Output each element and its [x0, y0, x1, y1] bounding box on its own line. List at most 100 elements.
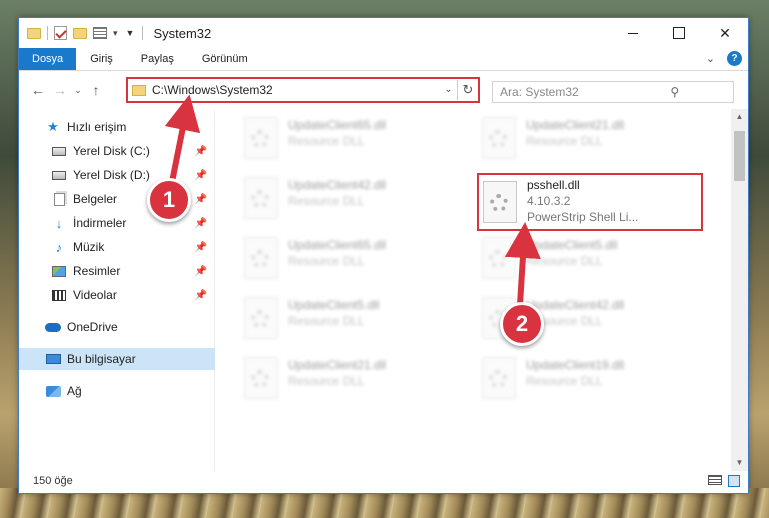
ribbon-tabs: Dosya Giriş Paylaş Görünüm ⌄ ?: [19, 48, 748, 71]
address-bar[interactable]: C:\Windows\System32 ⌄ ↻: [126, 77, 480, 103]
gear-icon: [489, 370, 507, 388]
file-description: PowerStrip Shell Li...: [527, 210, 639, 224]
sidebar-item-this-pc[interactable]: Bu bilgisayar: [19, 348, 215, 370]
file-explorer-window: ▾ ▼ System32 ✕ Dosya Giriş Paylaş Görünü…: [18, 17, 749, 494]
file-description: Resource DLL: [288, 374, 365, 388]
dll-file-icon: [244, 297, 278, 339]
sidebar-item-pictures[interactable]: Resimler 📌: [19, 260, 215, 282]
properties-icon[interactable]: [93, 27, 107, 39]
download-icon: ↓: [55, 215, 63, 231]
file-item[interactable]: UpdateClient65.dll Resource DLL: [216, 231, 446, 285]
up-arrow-icon[interactable]: ↑: [85, 82, 107, 98]
tab-gorunum[interactable]: Görünüm: [188, 48, 262, 70]
properties-check-icon[interactable]: [54, 26, 67, 40]
file-item[interactable]: UpdateClient42.dll Resource DLL: [454, 291, 684, 345]
pin-icon[interactable]: 📌: [195, 194, 207, 205]
file-description: Resource DLL: [288, 134, 365, 148]
pin-icon[interactable]: 📌: [195, 290, 207, 301]
view-switcher: [708, 475, 740, 487]
gear-icon: [251, 370, 269, 388]
file-item[interactable]: UpdateClient65.dll Resource DLL: [216, 111, 446, 165]
gear-icon: [490, 194, 508, 212]
window-controls: ✕: [610, 18, 748, 48]
vertical-scrollbar[interactable]: ▲ ▼: [731, 109, 748, 471]
close-button[interactable]: ✕: [702, 18, 748, 48]
sidebar-item-local-disk-d[interactable]: Yerel Disk (D:) 📌: [19, 164, 215, 186]
details-view-icon[interactable]: [708, 475, 722, 485]
file-item-psshell[interactable]: psshell.dll 4.10.3.2 PowerStrip Shell Li…: [477, 173, 703, 231]
minimize-button[interactable]: [610, 18, 656, 48]
file-item[interactable]: UpdateClient21.dll Resource DLL: [216, 351, 446, 405]
pin-icon[interactable]: 📌: [195, 266, 207, 277]
gear-icon: [489, 130, 507, 148]
title-bar[interactable]: ▾ ▼ System32 ✕: [19, 18, 748, 48]
customize-toolbar-icon[interactable]: ▼: [126, 28, 135, 38]
back-arrow-icon[interactable]: ←: [27, 82, 49, 98]
sidebar-item-videos[interactable]: Videolar 📌: [19, 284, 215, 306]
address-path[interactable]: C:\Windows\System32: [152, 83, 440, 97]
file-description: Resource DLL: [526, 374, 603, 388]
quick-access-toolbar: ▾ ▼: [19, 26, 134, 40]
content-area: ★ Hızlı erişim Yerel Disk (C:) 📌 Yerel D…: [19, 109, 748, 471]
search-input[interactable]: Ara: System32 ⚲: [492, 81, 734, 103]
tiles-view-icon[interactable]: [728, 475, 740, 487]
sidebar-item-local-disk-c[interactable]: Yerel Disk (C:) 📌: [19, 140, 215, 162]
callout-badge-1: 1: [147, 178, 191, 222]
file-item[interactable]: UpdateClient19.dll Resource DLL: [454, 351, 684, 405]
file-item[interactable]: UpdateClient5.dll Resource DLL: [454, 231, 684, 285]
navigation-bar: ← → ⌄ ↑ C:\Windows\System32 ⌄ ↻ Ara: Sys…: [19, 71, 748, 109]
file-list: UpdateClient65.dll Resource DLL UpdateCli…: [216, 109, 730, 471]
address-dropdown-icon[interactable]: ⌄: [440, 80, 458, 100]
status-bar: 150 öğe: [19, 469, 748, 493]
sidebar-item-network[interactable]: Ağ: [19, 380, 215, 402]
file-name: UpdateClient42.dll: [526, 298, 625, 312]
scroll-up-icon[interactable]: ▲: [731, 109, 748, 125]
navigation-pane: ★ Hızlı erişim Yerel Disk (C:) 📌 Yerel D…: [19, 109, 215, 471]
sidebar-item-onedrive[interactable]: OneDrive: [19, 316, 215, 338]
search-placeholder: Ara: System32: [500, 85, 579, 99]
file-item[interactable]: UpdateClient5.dll Resource DLL: [216, 291, 446, 345]
pin-icon[interactable]: 📌: [195, 170, 207, 181]
tab-paylas[interactable]: Paylaş: [127, 48, 188, 70]
refresh-icon[interactable]: ↻: [458, 82, 478, 98]
scrollbar-thumb[interactable]: [734, 131, 745, 181]
file-version: 4.10.3.2: [527, 194, 571, 208]
forward-arrow-icon[interactable]: →: [49, 82, 71, 98]
file-name: UpdateClient65.dll: [288, 238, 387, 252]
file-description: Resource DLL: [288, 194, 365, 208]
sidebar-item-label: Bu bilgisayar: [67, 352, 136, 366]
dll-file-icon: [244, 237, 278, 279]
help-icon[interactable]: ?: [727, 51, 742, 66]
sidebar-item-label: Yerel Disk (D:): [73, 168, 150, 182]
chevron-down-icon[interactable]: ▾: [113, 28, 118, 39]
file-name: UpdateClient5.dll: [526, 238, 618, 252]
sidebar-item-quick-access[interactable]: ★ Hızlı erişim: [19, 116, 215, 138]
sidebar-item-label: Ağ: [67, 384, 82, 398]
folder-icon: [132, 84, 146, 96]
sidebar-item-label: OneDrive: [67, 320, 118, 334]
dll-file-icon: [482, 357, 516, 399]
tab-dosya[interactable]: Dosya: [19, 48, 77, 70]
expand-ribbon-icon[interactable]: ⌄: [706, 52, 715, 65]
search-icon[interactable]: ⚲: [617, 85, 734, 99]
sidebar-item-label: Resimler: [73, 264, 121, 278]
sidebar-item-downloads[interactable]: ↓ İndirmeler 📌: [19, 212, 215, 234]
drive-icon: [51, 168, 67, 182]
file-item[interactable]: UpdateClient42.dll Resource DLL: [216, 171, 446, 225]
sidebar-item-label: Videolar: [73, 288, 117, 302]
file-item[interactable]: UpdateClient21.dll Resource DLL: [454, 111, 684, 165]
sidebar-item-label: Müzik: [73, 240, 105, 254]
pin-icon[interactable]: 📌: [195, 218, 207, 229]
dll-file-icon: [244, 117, 278, 159]
sidebar-item-label: Hızlı erişim: [67, 120, 127, 134]
recent-locations-icon[interactable]: ⌄: [71, 85, 85, 96]
pin-icon[interactable]: 📌: [195, 146, 207, 157]
new-folder-icon[interactable]: [73, 27, 87, 39]
file-description: Resource DLL: [526, 254, 603, 268]
file-name: UpdateClient19.dll: [526, 358, 625, 372]
videos-icon: [51, 288, 67, 302]
sidebar-item-music[interactable]: ♪ Müzik 📌: [19, 236, 215, 258]
tab-giris[interactable]: Giriş: [76, 48, 127, 70]
maximize-button[interactable]: [656, 18, 702, 48]
pin-icon[interactable]: 📌: [195, 242, 207, 253]
